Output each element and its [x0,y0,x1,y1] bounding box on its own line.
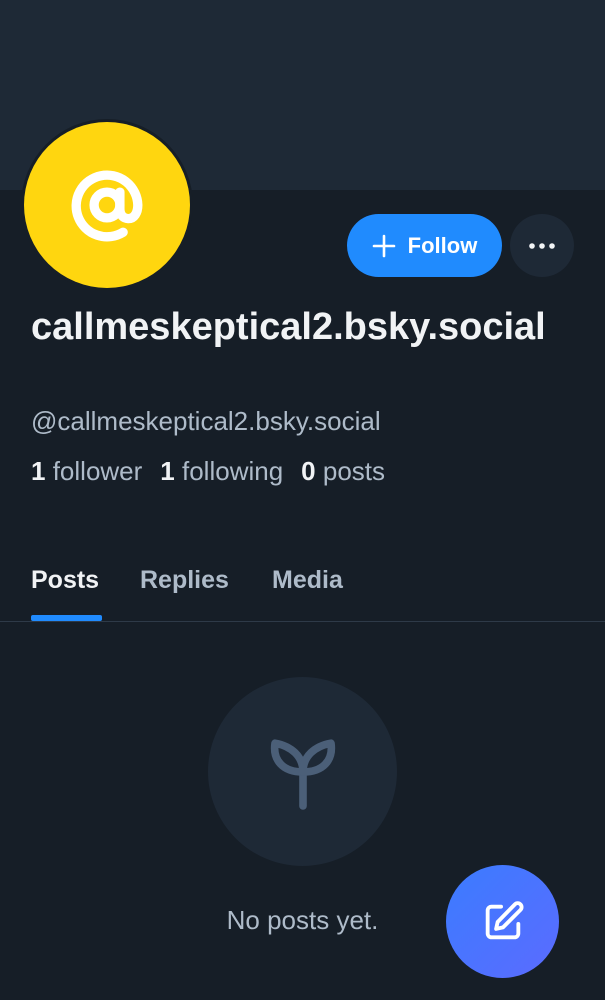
more-options-button[interactable] [510,214,574,277]
profile-handle: @callmeskeptical2.bsky.social [31,406,381,436]
plus-icon [372,234,395,257]
ellipsis-icon [529,242,555,249]
posts-label: posts [322,456,386,486]
tab-posts[interactable]: Posts [31,540,99,621]
follow-button-label: Follow [407,232,478,258]
posts-count: 0 [301,456,316,486]
compose-button[interactable] [446,865,559,978]
empty-state-illustration [208,677,397,866]
active-tab-indicator [31,615,102,621]
tab-media[interactable]: Media [272,540,343,621]
following-count: 1 [160,456,175,486]
following-stat[interactable]: 1 following [160,456,283,487]
tab-replies[interactable]: Replies [140,540,229,621]
profile-stats: 1 follower 1 following 0 posts [31,456,385,487]
avatar[interactable] [21,119,193,291]
followers-stat[interactable]: 1 follower [31,456,142,487]
posts-stat: 0 posts [301,456,385,487]
following-label: following [182,456,284,486]
compose-icon [485,900,523,939]
profile-tabs: Posts Replies Media [0,540,605,622]
seedling-icon [270,738,335,810]
avatar-image [24,122,190,288]
profile-display-name: callmeskeptical2.bsky.social [31,306,546,348]
followers-count: 1 [31,456,46,486]
at-sign-icon [71,170,143,242]
followers-label: follower [52,456,143,486]
follow-button[interactable]: Follow [347,214,502,277]
